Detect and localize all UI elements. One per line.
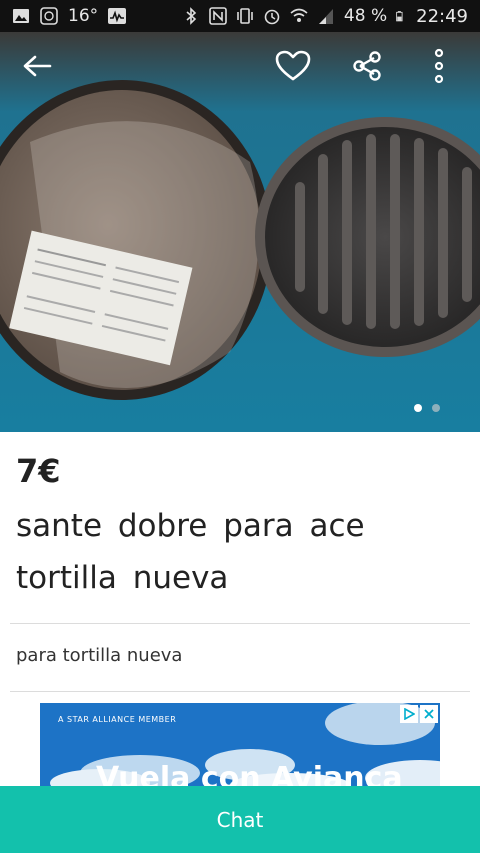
alarm-icon [264,9,280,25]
divider [10,691,470,692]
battery-percent: 48 % [343,6,388,26]
bluetooth-icon [186,7,197,25]
chat-button-label: Chat [216,807,264,832]
adchoices-icon [404,708,415,720]
pagination-dot[interactable] [432,404,440,412]
heart-icon [275,50,311,81]
product-image-gallery[interactable] [0,32,480,432]
item-title: sante dobre para ace tortilla nueva [16,508,365,596]
status-bar: 16° 48 % 22:49 [0,0,480,32]
back-button[interactable] [17,46,57,86]
pagination-dot-active[interactable] [414,404,422,412]
more-options-icon [434,48,444,84]
notification-icon [40,7,58,25]
gallery-icon [13,9,29,23]
item-price: 7€ [16,452,61,490]
more-options-button[interactable] [419,46,459,86]
temperature: 16° [68,6,99,26]
item-description: para tortilla nueva [16,645,183,666]
ad-close-button[interactable] [420,705,438,723]
share-icon [353,51,381,81]
advertisement-banner[interactable]: A STAR ALLIANCE MEMBER Vuela con Avianca [40,703,440,786]
adchoices-button[interactable] [400,705,418,723]
activity-icon [108,8,127,24]
clock: 22:49 [416,5,468,27]
battery-icon [396,11,403,22]
chat-button[interactable]: Chat [0,786,480,853]
nfc-icon [209,7,227,25]
share-button[interactable] [347,46,387,86]
favorite-button[interactable] [273,46,313,86]
ad-headline: Vuela con Avianca [96,761,403,786]
close-icon [424,709,434,719]
signal-icon [318,9,333,24]
image-toolbar [0,32,480,104]
wifi-icon [290,8,308,22]
divider [10,623,470,624]
ad-alliance-text: A STAR ALLIANCE MEMBER [58,715,177,724]
vibrate-icon [237,8,253,24]
back-arrow-icon [23,55,52,77]
image-pagination [414,404,440,412]
